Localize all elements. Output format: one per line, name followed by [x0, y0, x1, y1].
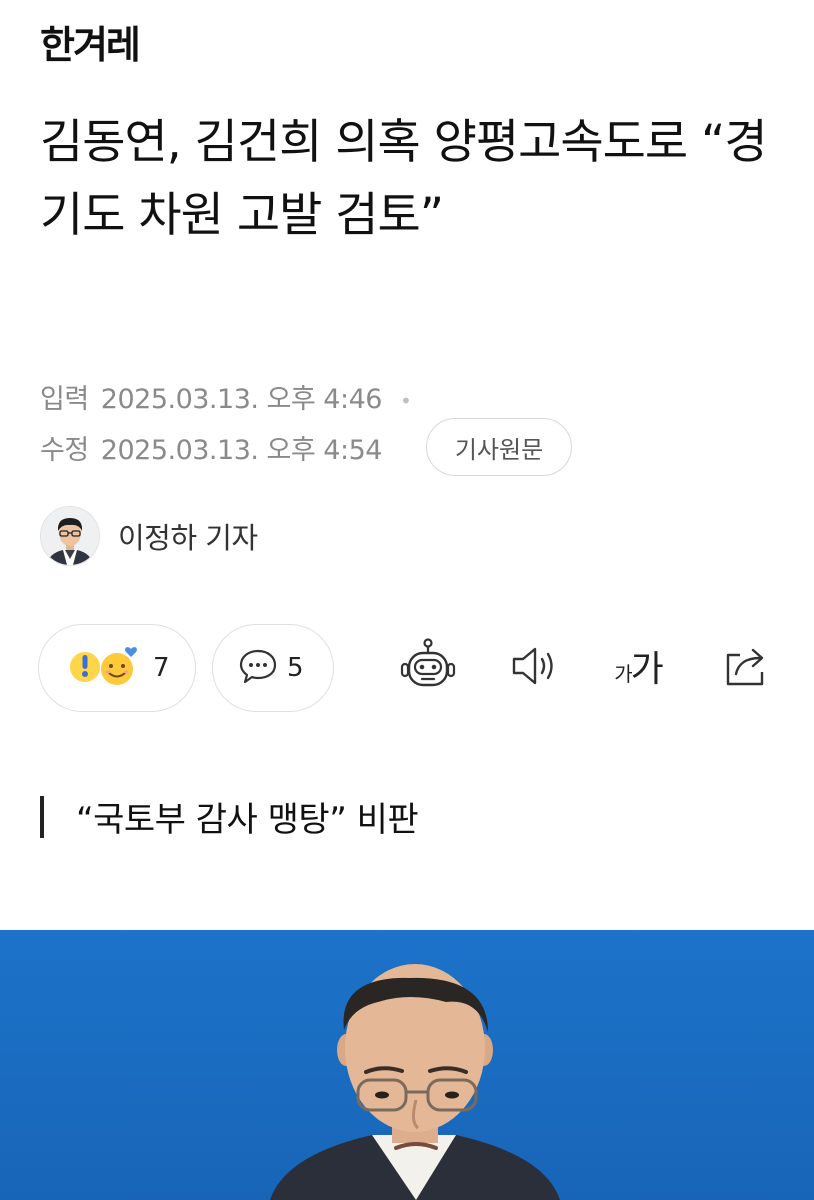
reaction-button[interactable]: 7: [38, 624, 196, 712]
comment-count: 5: [287, 653, 304, 683]
article-photo: [0, 930, 814, 1200]
published-timestamp: 입력 2025.03.13. 오후 4:46 •: [40, 377, 412, 416]
updated-timestamp: 수정 2025.03.13. 오후 4:54: [40, 428, 382, 467]
subheading-text: “국토부 감사 맹탕” 비판: [76, 800, 419, 840]
ai-summary-robot-icon[interactable]: [398, 636, 458, 696]
font-size-small-label: 가: [614, 662, 632, 686]
updated-date: 2025.03.13. 오후 4:54: [100, 435, 383, 466]
share-icon[interactable]: [716, 636, 776, 696]
font-size-icon[interactable]: 가가: [608, 636, 668, 696]
reaction-count: 7: [153, 653, 170, 683]
original-article-button[interactable]: 기사원문: [426, 418, 572, 476]
published-label: 입력: [40, 384, 89, 415]
article-title: 김동연, 김건희 의혹 양평고속도로 “경기도 차원 고발 검토”: [40, 115, 768, 243]
comment-button[interactable]: 5: [212, 624, 334, 712]
font-size-large-label: 가: [630, 649, 664, 690]
reporter-byline[interactable]: 이정하 기자: [40, 506, 258, 566]
article-subheading: “국토부 감사 맹탕” 비판: [40, 792, 419, 841]
thumbs-reaction-icon: [65, 643, 145, 693]
updated-label: 수정: [40, 435, 89, 466]
comment-icon: [237, 645, 279, 691]
text-to-speech-icon[interactable]: [504, 636, 564, 696]
published-date: 2025.03.13. 오후 4:46: [100, 384, 383, 415]
reporter-avatar: [40, 506, 100, 566]
reporter-name: 이정하 기자: [118, 521, 258, 555]
separator-dot: •: [400, 388, 412, 413]
subheading-bar: [40, 795, 44, 838]
site-logo[interactable]: 한겨레: [40, 14, 141, 69]
